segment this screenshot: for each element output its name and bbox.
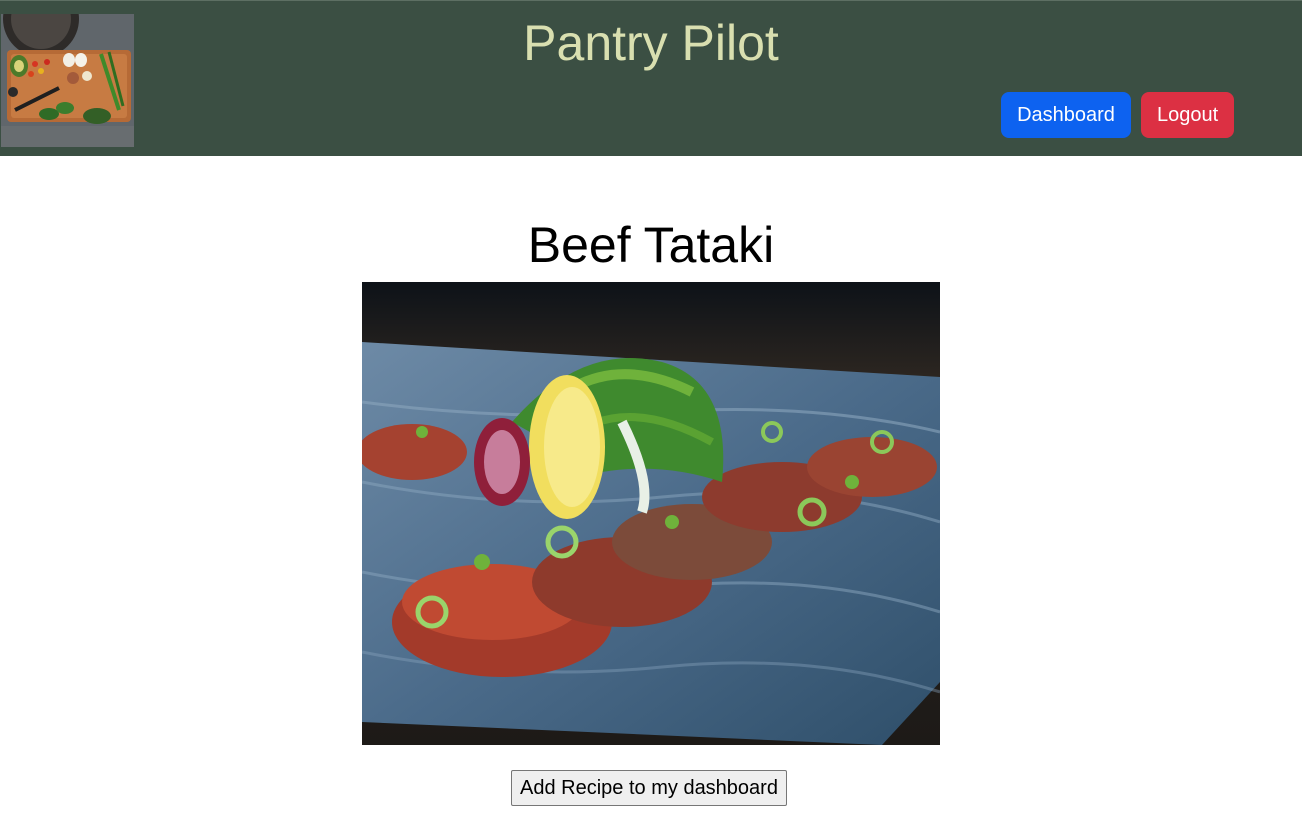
dashboard-button[interactable]: Dashboard [1001,92,1131,138]
add-recipe-button[interactable]: Add Recipe to my dashboard [511,770,787,806]
site-header: Pantry Pilot Dashboard Logout [0,0,1302,156]
logout-button[interactable]: Logout [1141,92,1234,138]
recipe-image [362,282,940,745]
recipe-title: Beef Tataki [527,217,775,273]
brand-title: Pantry Pilot [523,15,779,71]
